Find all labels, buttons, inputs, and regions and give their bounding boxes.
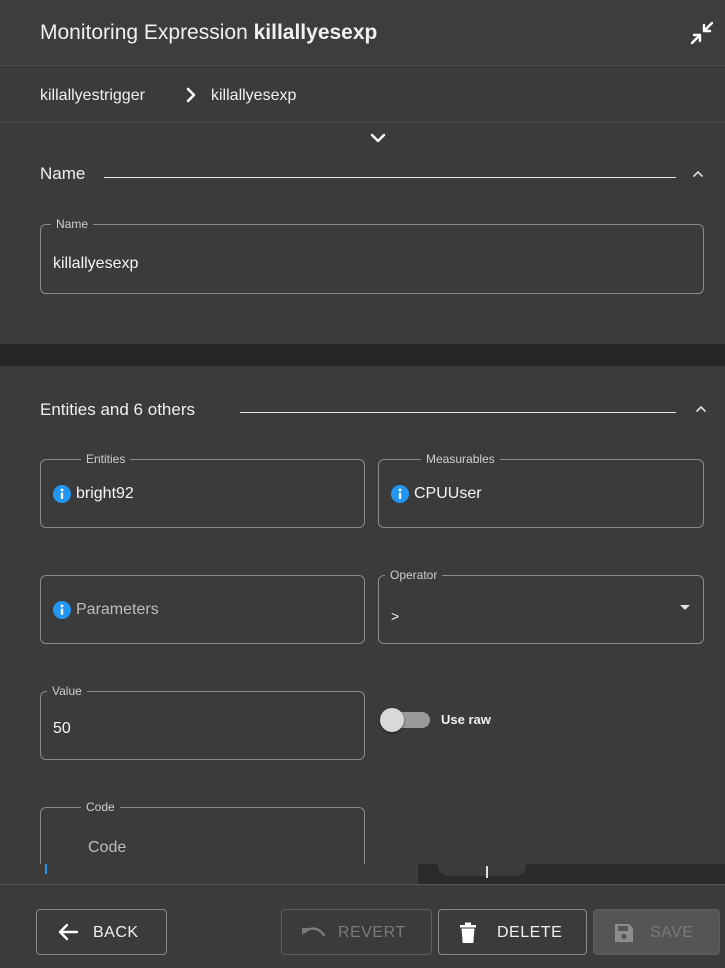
section-separator: [0, 344, 725, 366]
content-scroll-edge: [0, 864, 420, 884]
use-raw-toggle[interactable]: [380, 708, 432, 732]
value-field-value: 50: [53, 720, 71, 737]
dialog-header: Monitoring Expression killallyesexp: [0, 0, 725, 66]
scroll-handle[interactable]: [438, 864, 526, 876]
entities-section-title: Entities and 6 others: [40, 400, 195, 419]
use-raw-label: Use raw: [441, 712, 491, 727]
parameters-field[interactable]: Parameters: [40, 575, 365, 644]
back-button[interactable]: BACK: [36, 909, 167, 955]
delete-button-label: DELETE: [497, 924, 563, 941]
value-field[interactable]: Value 50: [40, 684, 365, 760]
name-field-value: killallyesexp: [53, 255, 139, 272]
text-cursor: [486, 866, 488, 878]
arrow-left-icon: [58, 923, 79, 941]
save-button-label: SAVE: [650, 924, 694, 941]
operator-select[interactable]: Operator >: [378, 568, 704, 644]
measurables-field[interactable]: Measurables CPUUser: [378, 452, 704, 528]
breadcrumb: killallyestrigger killallyesexp: [0, 67, 725, 123]
code-field-legend: Code: [81, 800, 120, 814]
entities-field[interactable]: Entities bright92: [40, 452, 365, 528]
save-button[interactable]: SAVE: [593, 909, 720, 955]
value-field-legend: Value: [47, 684, 87, 698]
operator-select-value: >: [391, 608, 400, 624]
dialog-title: Monitoring Expression killallyesexp: [40, 21, 377, 45]
dialog-footer: BACK REVERT DELETE SAVE: [0, 884, 725, 968]
section-divider: [240, 412, 676, 413]
delete-button[interactable]: DELETE: [438, 909, 587, 955]
chevron-right-icon: [186, 87, 196, 103]
floppy-disk-icon: [615, 924, 633, 942]
chevron-up-icon[interactable]: [694, 404, 708, 414]
name-field[interactable]: Name killallyesexp: [40, 217, 704, 294]
back-button-label: BACK: [93, 924, 139, 941]
revert-button[interactable]: REVERT: [281, 909, 432, 955]
info-icon[interactable]: [53, 485, 71, 503]
code-placeholder: Code: [88, 839, 127, 856]
toggle-thumb: [380, 708, 404, 732]
collapse-arrows-icon[interactable]: [689, 20, 715, 46]
name-section-title: Name: [40, 164, 86, 183]
caret-down-icon: [680, 605, 690, 610]
revert-button-label: REVERT: [338, 924, 406, 941]
info-icon[interactable]: [53, 601, 71, 619]
undo-icon: [302, 927, 326, 937]
chevron-down-icon[interactable]: [370, 132, 386, 144]
breadcrumb-item-trigger[interactable]: killallyestrigger: [40, 87, 145, 105]
operator-select-legend: Operator: [385, 568, 443, 582]
dialog-title-name: killallyesexp: [253, 21, 378, 44]
chevron-up-icon[interactable]: [691, 169, 705, 179]
focus-indicator: [45, 864, 47, 874]
trash-icon: [460, 922, 476, 943]
breadcrumb-item-expression[interactable]: killallyesexp: [211, 87, 296, 105]
measurables-field-value: CPUUser: [414, 485, 482, 502]
entities-field-value: bright92: [76, 485, 134, 502]
parameters-placeholder: Parameters: [76, 601, 159, 618]
name-field-legend: Name: [51, 217, 94, 231]
dialog-title-prefix: Monitoring Expression: [40, 21, 248, 44]
section-divider: [104, 177, 676, 178]
entities-field-legend: Entities: [81, 452, 131, 466]
info-icon[interactable]: [391, 485, 409, 503]
measurables-field-legend: Measurables: [421, 452, 500, 466]
